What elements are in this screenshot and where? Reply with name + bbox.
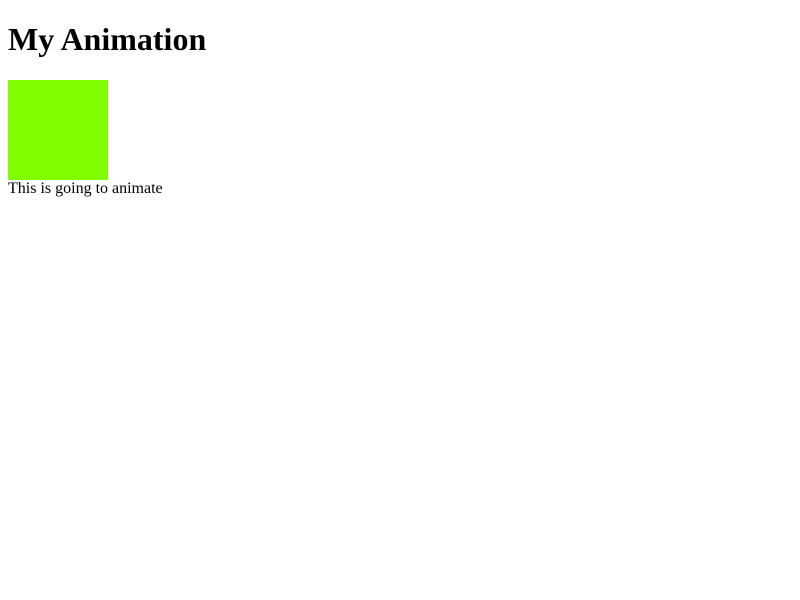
- page-title: My Animation: [8, 21, 207, 57]
- animated-box: [8, 80, 108, 180]
- animation-caption: This is going to animate: [8, 180, 163, 197]
